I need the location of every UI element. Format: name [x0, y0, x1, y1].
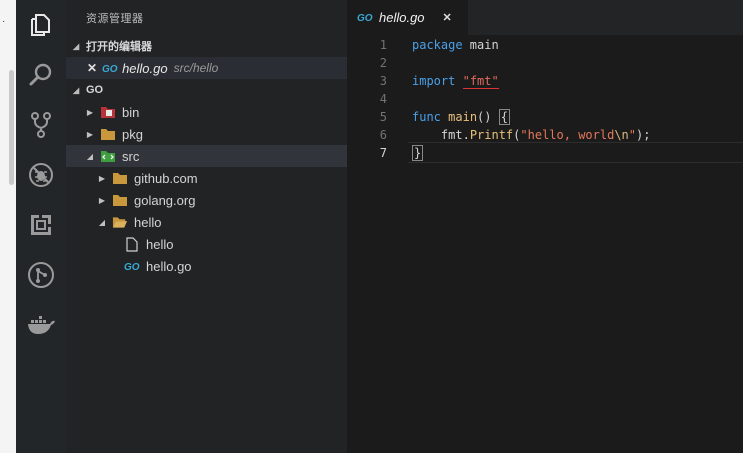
keyword: import: [412, 74, 456, 88]
svg-text:GO: GO: [357, 13, 373, 22]
tree-label: hello: [134, 214, 162, 230]
folder-icon: [112, 170, 128, 186]
string-literal: "fmt": [462, 74, 499, 89]
source-control-icon[interactable]: [16, 105, 66, 145]
code-line: }: [412, 145, 424, 161]
strip-scrollbar[interactable]: [9, 70, 14, 185]
open-editor-item[interactable]: ✕ GO hello.go src/hello: [66, 57, 347, 79]
code-text: (): [477, 110, 499, 124]
close-icon[interactable]: ✕: [443, 11, 452, 24]
string-literal: ": [628, 128, 637, 142]
folder-icon: [112, 192, 128, 208]
code-line: import "fmt": [412, 74, 499, 89]
src-folder-icon: [100, 148, 116, 164]
chevron-down-icon: ◢: [98, 217, 106, 227]
code-text: );: [636, 128, 651, 142]
tree-label: hello.go: [146, 258, 192, 274]
tree-item-bin[interactable]: ▶ bin: [66, 101, 347, 123]
current-line-highlight: [408, 142, 743, 163]
chevron-right-icon: ▶: [86, 129, 94, 139]
explorer-title: 资源管理器: [86, 13, 144, 25]
tree-item-pkg[interactable]: ▶ pkg: [66, 123, 347, 145]
tree-item-github[interactable]: ▶ github.com: [66, 167, 347, 189]
editor-area: GO hello.go ✕ 1 2 3 4 5 6 7 package main…: [347, 0, 743, 453]
svg-text:GO: GO: [102, 64, 118, 73]
line-number: 2: [379, 56, 387, 70]
bin-folder-icon: [100, 104, 116, 120]
docker-icon[interactable]: [16, 305, 66, 345]
open-editors-label: 打开的编辑器: [86, 41, 152, 53]
chevron-down-icon: ◢: [73, 41, 80, 51]
function-name: Printf: [469, 128, 514, 142]
tab-label: hello.go: [379, 10, 425, 25]
keyword: func: [412, 110, 441, 124]
chevron-down-icon: ◢: [73, 85, 80, 95]
line-number: 5: [379, 110, 387, 124]
go-file-icon: GO: [124, 258, 140, 274]
go-file-icon: GO: [102, 61, 118, 76]
go-file-icon: GO: [357, 9, 373, 27]
open-editor-path: src/hello: [173, 61, 219, 75]
tree-label: hello: [146, 236, 174, 252]
vscode-window: · 资源管理器 ◢ 打开的编辑器 ✕ GO hello.go src/hello…: [0, 0, 743, 453]
open-editors-header[interactable]: ◢ 打开的编辑器: [66, 35, 347, 57]
matched-brace: {: [498, 109, 510, 125]
tree-label: golang.org: [134, 192, 196, 208]
chevron-right-icon: ▶: [98, 173, 106, 183]
tab-hello-go[interactable]: GO hello.go ✕: [347, 0, 468, 35]
line-number: 4: [379, 92, 387, 106]
search-icon[interactable]: [16, 55, 66, 95]
folder-icon: [100, 126, 116, 142]
line-number: 3: [379, 74, 387, 88]
workspace-label: GO: [86, 84, 104, 96]
tree-label: src: [122, 148, 140, 164]
close-icon[interactable]: ✕: [87, 61, 97, 75]
svg-text:GO: GO: [124, 262, 140, 271]
file-icon: [124, 236, 140, 252]
tree-item-golang[interactable]: ▶ golang.org: [66, 189, 347, 211]
open-editor-filename: hello.go: [122, 60, 168, 76]
left-window-strip: ·: [0, 0, 16, 453]
line-number: 6: [379, 128, 387, 142]
code-text: fmt.: [440, 128, 470, 142]
activity-bar: [16, 0, 66, 453]
matched-brace: }: [412, 145, 424, 161]
debug-icon[interactable]: [16, 155, 66, 195]
extensions-icon[interactable]: [16, 205, 66, 245]
chevron-right-icon: ▶: [98, 195, 106, 205]
git-graph-icon[interactable]: [16, 255, 66, 295]
explorer-sidebar: 资源管理器 ◢ 打开的编辑器 ✕ GO hello.go src/hello ◢…: [66, 0, 347, 453]
tree-item-hello-binary[interactable]: hello: [66, 233, 347, 255]
workspace-header[interactable]: ◢ GO: [66, 79, 347, 101]
tree-label: pkg: [122, 126, 143, 142]
strip-dot: ·: [2, 16, 6, 27]
tree-label: github.com: [134, 170, 198, 186]
files-icon[interactable]: [16, 5, 66, 45]
tree-label: bin: [122, 104, 140, 120]
code-line: package main: [412, 38, 499, 52]
code-text: main: [462, 38, 499, 52]
function-name: main: [448, 110, 478, 124]
code-line: func main() {: [412, 109, 510, 125]
line-number: 7: [379, 146, 387, 160]
escape-sequence: \n: [614, 128, 629, 142]
string-literal: "hello, world: [520, 128, 615, 142]
tree-item-src[interactable]: ◢ src: [66, 145, 347, 167]
chevron-right-icon: ▶: [86, 107, 94, 117]
keyword: package: [412, 38, 463, 52]
editor-tab-bar: GO hello.go ✕: [347, 0, 743, 35]
folder-open-icon: [112, 214, 128, 230]
line-number: 1: [379, 38, 387, 52]
code-line: fmt.Printf("hello, world\n");: [412, 128, 651, 142]
tree-item-hello-folder[interactable]: ◢ hello: [66, 211, 347, 233]
chevron-down-icon: ◢: [86, 151, 94, 161]
tree-item-hello-go[interactable]: GO hello.go: [66, 255, 347, 277]
